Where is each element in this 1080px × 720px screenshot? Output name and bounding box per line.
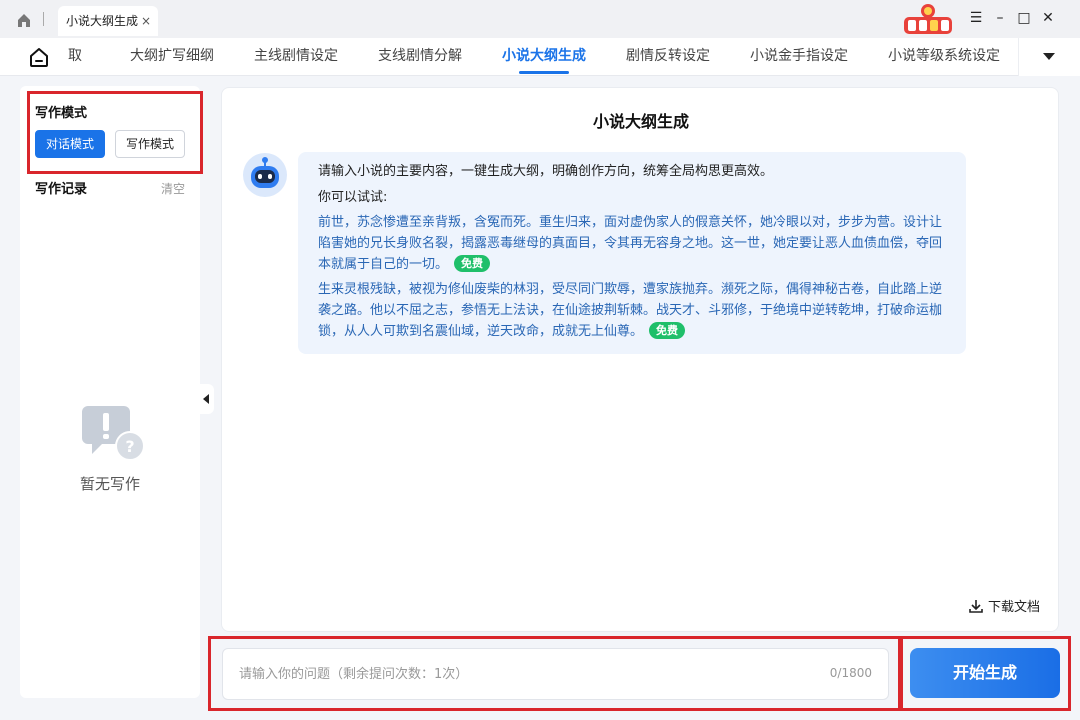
minimize-icon[interactable]: –	[990, 8, 1010, 28]
nav-item-novel-outline[interactable]: 小说大纲生成	[502, 38, 586, 76]
robot-avatar-icon	[243, 153, 287, 197]
home-icon[interactable]	[28, 46, 50, 68]
title-bar: 小说大纲生成 × ☰ – □ ✕	[0, 0, 1080, 38]
close-icon[interactable]: ✕	[1038, 8, 1058, 28]
nav-item-subplot[interactable]: 支线剧情分解	[378, 38, 462, 76]
free-badge: 免费	[649, 322, 686, 339]
tab-title: 小说大纲生成	[66, 14, 139, 28]
free-badge: 免费	[454, 255, 491, 272]
highlight-box-input	[208, 636, 901, 711]
nav-item-partial[interactable]: 取	[68, 38, 82, 76]
empty-state-text: 暂无写作	[79, 475, 140, 493]
bot-message-bubble: 请输入小说的主要内容，一键生成大纲，明确创作方向，统筹全局构思更高效。 你可以试…	[298, 152, 966, 354]
nav-item-level-system[interactable]: 小说等级系统设定	[888, 38, 1000, 76]
download-document-button[interactable]: 下载文档	[968, 596, 1040, 615]
example-text: 生来灵根残缺，被视为修仙废柴的林羽，受尽同门欺辱，遭家族抛弃。濒死之际，偶得神秘…	[318, 282, 943, 339]
example-text: 前世，苏念惨遭至亲背叛，含冤而死。重生归来，面对虚伪家人的假意关怀，她冷眼以对，…	[318, 215, 943, 272]
writing-records-title: 写作记录	[35, 182, 88, 197]
feature-nav-bar: 取 大纲扩写细纲 主线剧情设定 支线剧情分解 小说大纲生成 剧情反转设定 小说金…	[0, 38, 1080, 76]
nav-item-golden-finger[interactable]: 小说金手指设定	[750, 38, 848, 76]
nav-item-plot-twist[interactable]: 剧情反转设定	[626, 38, 710, 76]
nav-item-main-plot[interactable]: 主线剧情设定	[254, 38, 338, 76]
empty-state-icon: ?	[82, 406, 145, 461]
chevron-down-icon	[1043, 53, 1055, 60]
example-prompt[interactable]: 前世，苏念惨遭至亲背叛，含冤而死。重生归来，面对虚伪家人的假意关怀，她冷眼以对，…	[318, 212, 946, 275]
nav-item-outline-expand[interactable]: 大纲扩写细纲	[130, 38, 214, 76]
example-prompt[interactable]: 生来灵根残缺，被视为修仙废柴的林羽，受尽同门欺辱，遭家族抛弃。濒死之际，偶得神秘…	[318, 279, 946, 342]
home-icon[interactable]	[16, 12, 32, 28]
promo-flash-sale-icon[interactable]	[900, 2, 956, 36]
tab-novel-outline[interactable]: 小说大纲生成 ×	[58, 6, 158, 36]
download-icon	[969, 600, 983, 613]
divider	[43, 12, 44, 26]
clear-records-button[interactable]: 清空	[161, 180, 185, 197]
intro-text: 请输入小说的主要内容，一键生成大纲，明确创作方向，统筹全局构思更高效。	[318, 164, 774, 179]
tab-close-icon[interactable]: ×	[141, 6, 151, 36]
svg-text:?: ?	[125, 437, 134, 456]
nav-more-button[interactable]	[1018, 38, 1080, 76]
try-label: 你可以试试:	[318, 190, 388, 205]
sidebar: 写作模式 对话模式 写作模式 写作记录 清空 ? 暂无写作	[20, 86, 200, 698]
highlight-box-mode	[27, 91, 203, 174]
collapse-sidebar-button[interactable]	[200, 384, 214, 414]
maximize-icon[interactable]: □	[1014, 8, 1034, 28]
page-title: 小说大纲生成	[592, 112, 689, 131]
chat-panel: 小说大纲生成 请输入小说的主要内容，一键生成大纲，明确创作方向，统筹全局构思更高…	[221, 87, 1059, 632]
download-label: 下载文档	[987, 600, 1040, 615]
menu-icon[interactable]: ☰	[966, 8, 986, 28]
highlight-box-generate	[900, 636, 1071, 711]
chevron-left-icon	[203, 394, 209, 404]
